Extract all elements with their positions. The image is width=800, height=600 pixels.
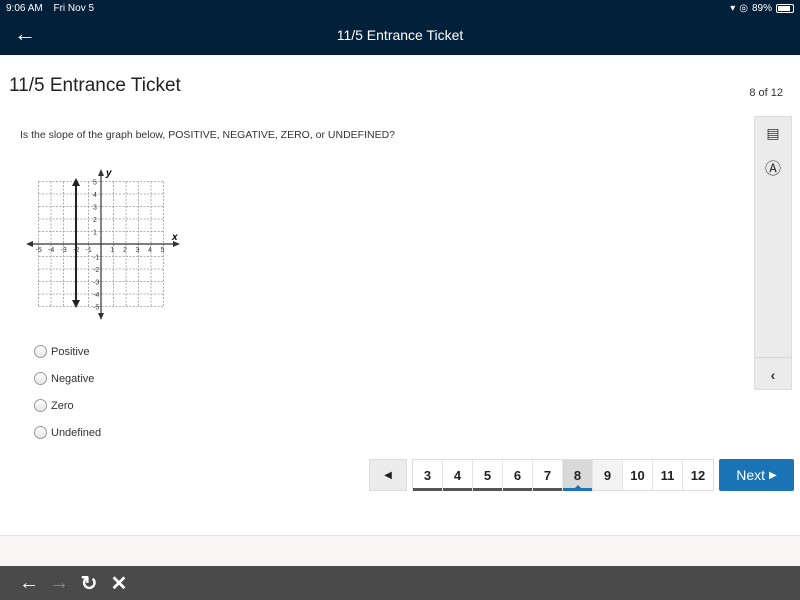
radio-button[interactable] <box>34 372 47 385</box>
y-axis-arrow-up <box>98 169 104 176</box>
previous-button[interactable]: ◀ <box>369 459 407 491</box>
side-panel: ▤ Ⓐ ‹ <box>754 116 792 390</box>
option-zero[interactable]: Zero <box>34 392 101 419</box>
orientation-lock-icon: ◎ <box>739 3 748 14</box>
page-4[interactable]: 4 <box>443 460 473 491</box>
x-tick-label: -1 <box>86 247 92 254</box>
option-label: Negative <box>51 372 95 385</box>
tick-labels: -5-4-3-2-11234554321-1-2-3-4-5 <box>36 180 165 312</box>
page-6[interactable]: 6 <box>503 460 533 491</box>
page-list: 3 4 5 6 7 8 9 10 11 12 <box>412 459 714 491</box>
page-8[interactable]: 8 <box>563 460 593 491</box>
y-tick-label: 4 <box>93 192 97 199</box>
item-list-icon[interactable]: ▤ <box>755 125 791 142</box>
y-axis-arrow-down <box>98 313 104 320</box>
reload-icon[interactable]: ↻ <box>78 571 100 596</box>
page-title: 11/5 Entrance Ticket <box>9 75 181 96</box>
option-positive[interactable]: Positive <box>34 338 101 365</box>
status-time: 9:06 AM <box>6 3 43 14</box>
triangle-right-icon: ▶ <box>769 469 777 481</box>
page-9[interactable]: 9 <box>593 460 623 490</box>
battery-icon <box>776 4 794 13</box>
app-header: 9:06 AM Fri Nov 5 ▾ ◎ 89% ← 11/5 Entranc… <box>0 0 800 55</box>
collapse-chevron-icon[interactable]: ‹ <box>755 367 791 383</box>
x-tick-label: -4 <box>48 247 54 254</box>
question-counter: 8 of 12 <box>749 87 783 99</box>
option-label: Positive <box>51 345 90 358</box>
status-indicators: ▾ ◎ 89% <box>730 3 794 14</box>
radio-button[interactable] <box>34 345 47 358</box>
forward-arrow-icon[interactable]: → <box>48 572 70 595</box>
page-7[interactable]: 7 <box>533 460 563 491</box>
x-tick-label: 2 <box>123 247 127 254</box>
x-axis-arrow-left <box>26 241 33 247</box>
close-icon[interactable]: ✕ <box>108 571 130 596</box>
x-tick-label: 1 <box>111 247 115 254</box>
y-tick-label: -1 <box>93 255 99 262</box>
x-tick-label: 3 <box>136 247 140 254</box>
wifi-icon: ▾ <box>730 3 736 14</box>
page-3[interactable]: 3 <box>413 460 443 491</box>
back-arrow-icon[interactable]: ← <box>18 572 40 595</box>
x-axis-label: x <box>171 232 178 243</box>
coordinate-graph: x y -5-4-3-2-11234554321-1-2-3-4-5 <box>26 168 180 320</box>
radio-button[interactable] <box>34 426 47 439</box>
radio-button[interactable] <box>34 399 47 412</box>
y-tick-label: -5 <box>93 305 99 312</box>
page-5[interactable]: 5 <box>473 460 503 491</box>
y-tick-label: 1 <box>93 230 97 237</box>
x-tick-label: -5 <box>36 247 42 254</box>
y-tick-label: -4 <box>93 292 99 299</box>
header-title: 11/5 Entrance Ticket <box>336 27 464 43</box>
option-label: Undefined <box>51 426 102 439</box>
x-tick-label: 5 <box>161 247 165 254</box>
option-label: Zero <box>51 399 74 412</box>
next-label: Next <box>736 467 766 483</box>
status-date: Fri Nov 5 <box>53 3 95 14</box>
page-11[interactable]: 11 <box>653 460 683 490</box>
y-tick-label: -2 <box>93 267 99 274</box>
x-tick-label: 4 <box>148 247 152 254</box>
next-button[interactable]: Next ▶ <box>719 459 794 491</box>
status-bar: 9:06 AM Fri Nov 5 <box>6 3 102 14</box>
option-negative[interactable]: Negative <box>34 365 101 392</box>
y-tick-label: 2 <box>93 217 97 224</box>
y-tick-label: 5 <box>93 180 97 187</box>
answer-options: Positive Negative Zero Undefined <box>34 338 101 446</box>
battery-percent: 89% <box>751 3 772 14</box>
browser-toolbar: ← → ↻ ✕ <box>0 566 800 600</box>
y-tick-label: -3 <box>93 280 99 287</box>
divider <box>755 357 791 358</box>
question-text: Is the slope of the graph below, POSITIV… <box>20 129 396 141</box>
page-12[interactable]: 12 <box>683 460 713 490</box>
page-10[interactable]: 10 <box>623 460 653 490</box>
x-tick-label: -3 <box>61 247 67 254</box>
footer-area <box>0 535 800 566</box>
y-tick-label: 3 <box>93 205 97 212</box>
line-arrow-up <box>72 178 80 186</box>
accessibility-icon[interactable]: Ⓐ <box>755 155 791 179</box>
y-axis-label: y <box>105 168 112 179</box>
triangle-left-icon: ◀ <box>384 469 392 481</box>
option-undefined[interactable]: Undefined <box>34 419 101 446</box>
pagination: ◀ 3 4 5 6 7 8 9 10 11 12 Next ▶ <box>369 459 794 491</box>
